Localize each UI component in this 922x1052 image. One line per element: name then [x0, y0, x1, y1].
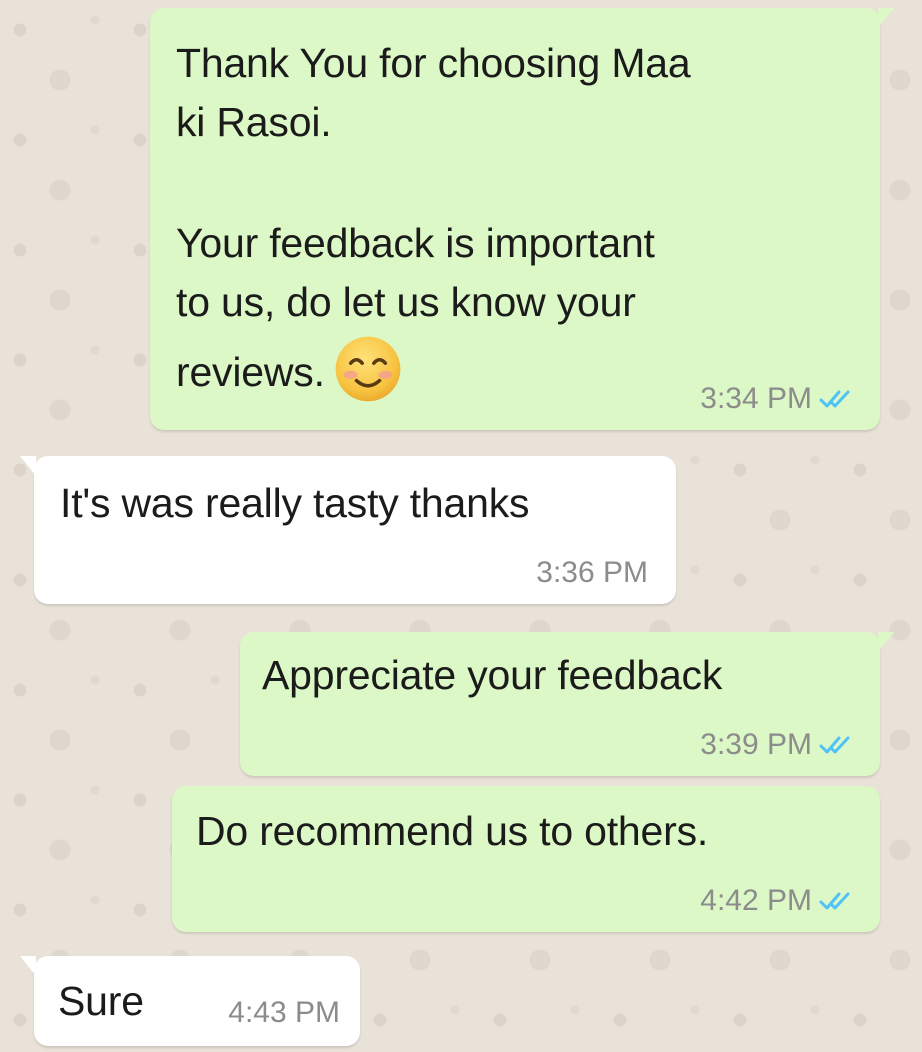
message-meta: 4:42 PM	[700, 884, 852, 918]
message-line: Your feedback is important	[176, 220, 655, 266]
message-text: Appreciate your feedback	[262, 652, 723, 698]
message-line-text: reviews.	[176, 349, 325, 395]
message-line: Thank You for choosing Maa	[176, 40, 691, 86]
message-meta: 3:36 PM	[536, 556, 648, 590]
bubble-tail	[20, 956, 36, 976]
double-check-read-icon	[819, 892, 850, 910]
message-text: Do recommend us to others.	[196, 808, 709, 854]
bubble-tail	[20, 456, 36, 476]
bubble-tail	[878, 632, 894, 652]
message-time: 4:42 PM	[700, 884, 812, 917]
message-meta: 3:34 PM	[700, 382, 852, 416]
message-line: to us, do let us know your	[176, 279, 636, 325]
message-text: Thank You for choosing Maa ki Rasoi. You…	[176, 34, 691, 406]
outgoing-message-bubble[interactable]: Thank You for choosing Maa ki Rasoi. You…	[150, 8, 894, 430]
incoming-message-bubble[interactable]: It's was really tasty thanks 3:36 PM	[20, 456, 676, 604]
message-time: 3:34 PM	[700, 382, 812, 415]
message-meta: 3:39 PM	[700, 728, 852, 762]
message-time: 3:39 PM	[700, 728, 812, 761]
message-time: 4:43 PM	[228, 996, 340, 1029]
double-check-read-icon	[819, 736, 850, 754]
smiling-face-icon	[335, 336, 401, 402]
message-line: reviews.	[176, 332, 691, 406]
message-text: It's was really tasty thanks	[60, 480, 530, 526]
outgoing-message-bubble[interactable]: Appreciate your feedback 3:39 PM	[240, 632, 894, 776]
outgoing-message-bubble[interactable]: Do recommend us to others. 4:42 PM	[172, 786, 880, 932]
message-text: Sure	[58, 978, 144, 1024]
double-check-read-icon	[819, 390, 850, 408]
message-time: 3:36 PM	[536, 556, 648, 589]
bubble-tail	[878, 8, 894, 28]
message-meta: 4:43 PM	[228, 996, 340, 1030]
message-line: ki Rasoi.	[176, 99, 332, 145]
incoming-message-bubble[interactable]: Sure 4:43 PM	[20, 956, 360, 1046]
